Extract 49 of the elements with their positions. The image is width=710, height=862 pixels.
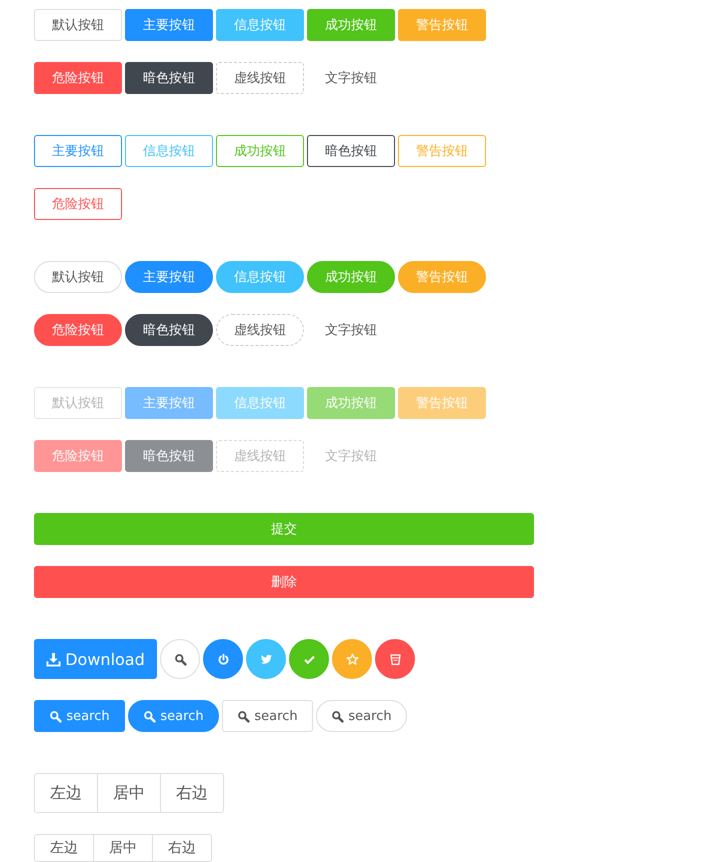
button[interactable]: 暗色按钮 [125, 62, 213, 94]
button[interactable]: 成功按钮 [307, 261, 395, 293]
button[interactable]: 暗色按钮 [125, 314, 213, 346]
search-icon [174, 652, 186, 666]
group-button[interactable]: 居中 [97, 773, 161, 813]
button[interactable]: 虚线按钮 [216, 314, 304, 346]
group-button[interactable]: 居中 [93, 834, 153, 862]
group-button[interactable]: 左边 [34, 773, 98, 813]
button[interactable]: 信息按钮 [216, 261, 304, 293]
circle-button[interactable] [375, 639, 415, 679]
button[interactable]: 文字按钮 [307, 314, 395, 346]
trash-icon [388, 652, 402, 666]
button[interactable]: 成功按钮 [216, 135, 304, 167]
search-icon [331, 710, 344, 722]
icon-button[interactable]: search [316, 700, 407, 732]
circle-button[interactable] [203, 639, 243, 679]
button[interactable]: 警告按钮 [398, 135, 486, 167]
power-icon [216, 652, 230, 666]
button[interactable]: 信息按钮 [125, 135, 213, 167]
icon-button[interactable]: Download [34, 639, 157, 679]
button[interactable]: 文字按钮 [307, 62, 395, 94]
button[interactable]: 默认按钮 [34, 261, 122, 293]
bird-icon [260, 652, 272, 666]
icon-button[interactable]: search [128, 700, 219, 732]
button[interactable]: 成功按钮 [307, 9, 395, 41]
button[interactable]: 主要按钮 [125, 261, 213, 293]
button[interactable]: 警告按钮 [398, 9, 486, 41]
search-icon [49, 710, 62, 722]
button[interactable]: 虚线按钮 [216, 62, 304, 94]
button[interactable]: 危险按钮 [34, 62, 122, 94]
search-icon [143, 710, 156, 722]
button[interactable]: 默认按钮 [34, 9, 122, 41]
star-icon [346, 652, 358, 666]
block-button[interactable]: 删除 [34, 566, 534, 598]
icon-button[interactable]: search [34, 700, 125, 732]
button[interactable]: 主要按钮 [125, 9, 213, 41]
button[interactable]: 暗色按钮 [307, 135, 395, 167]
group-button[interactable]: 右边 [160, 773, 224, 813]
group-button[interactable]: 左边 [34, 834, 94, 862]
button[interactable]: 信息按钮 [216, 9, 304, 41]
download-icon [46, 652, 62, 666]
button[interactable]: 警告按钮 [398, 261, 486, 293]
block-button[interactable]: 提交 [34, 513, 534, 545]
button[interactable]: 主要按钮 [34, 135, 122, 167]
button[interactable]: 危险按钮 [34, 188, 122, 220]
group-button[interactable]: 右边 [152, 834, 212, 862]
search-icon [237, 710, 250, 722]
button[interactable]: 危险按钮 [34, 314, 122, 346]
icon-button[interactable]: search [222, 700, 313, 732]
